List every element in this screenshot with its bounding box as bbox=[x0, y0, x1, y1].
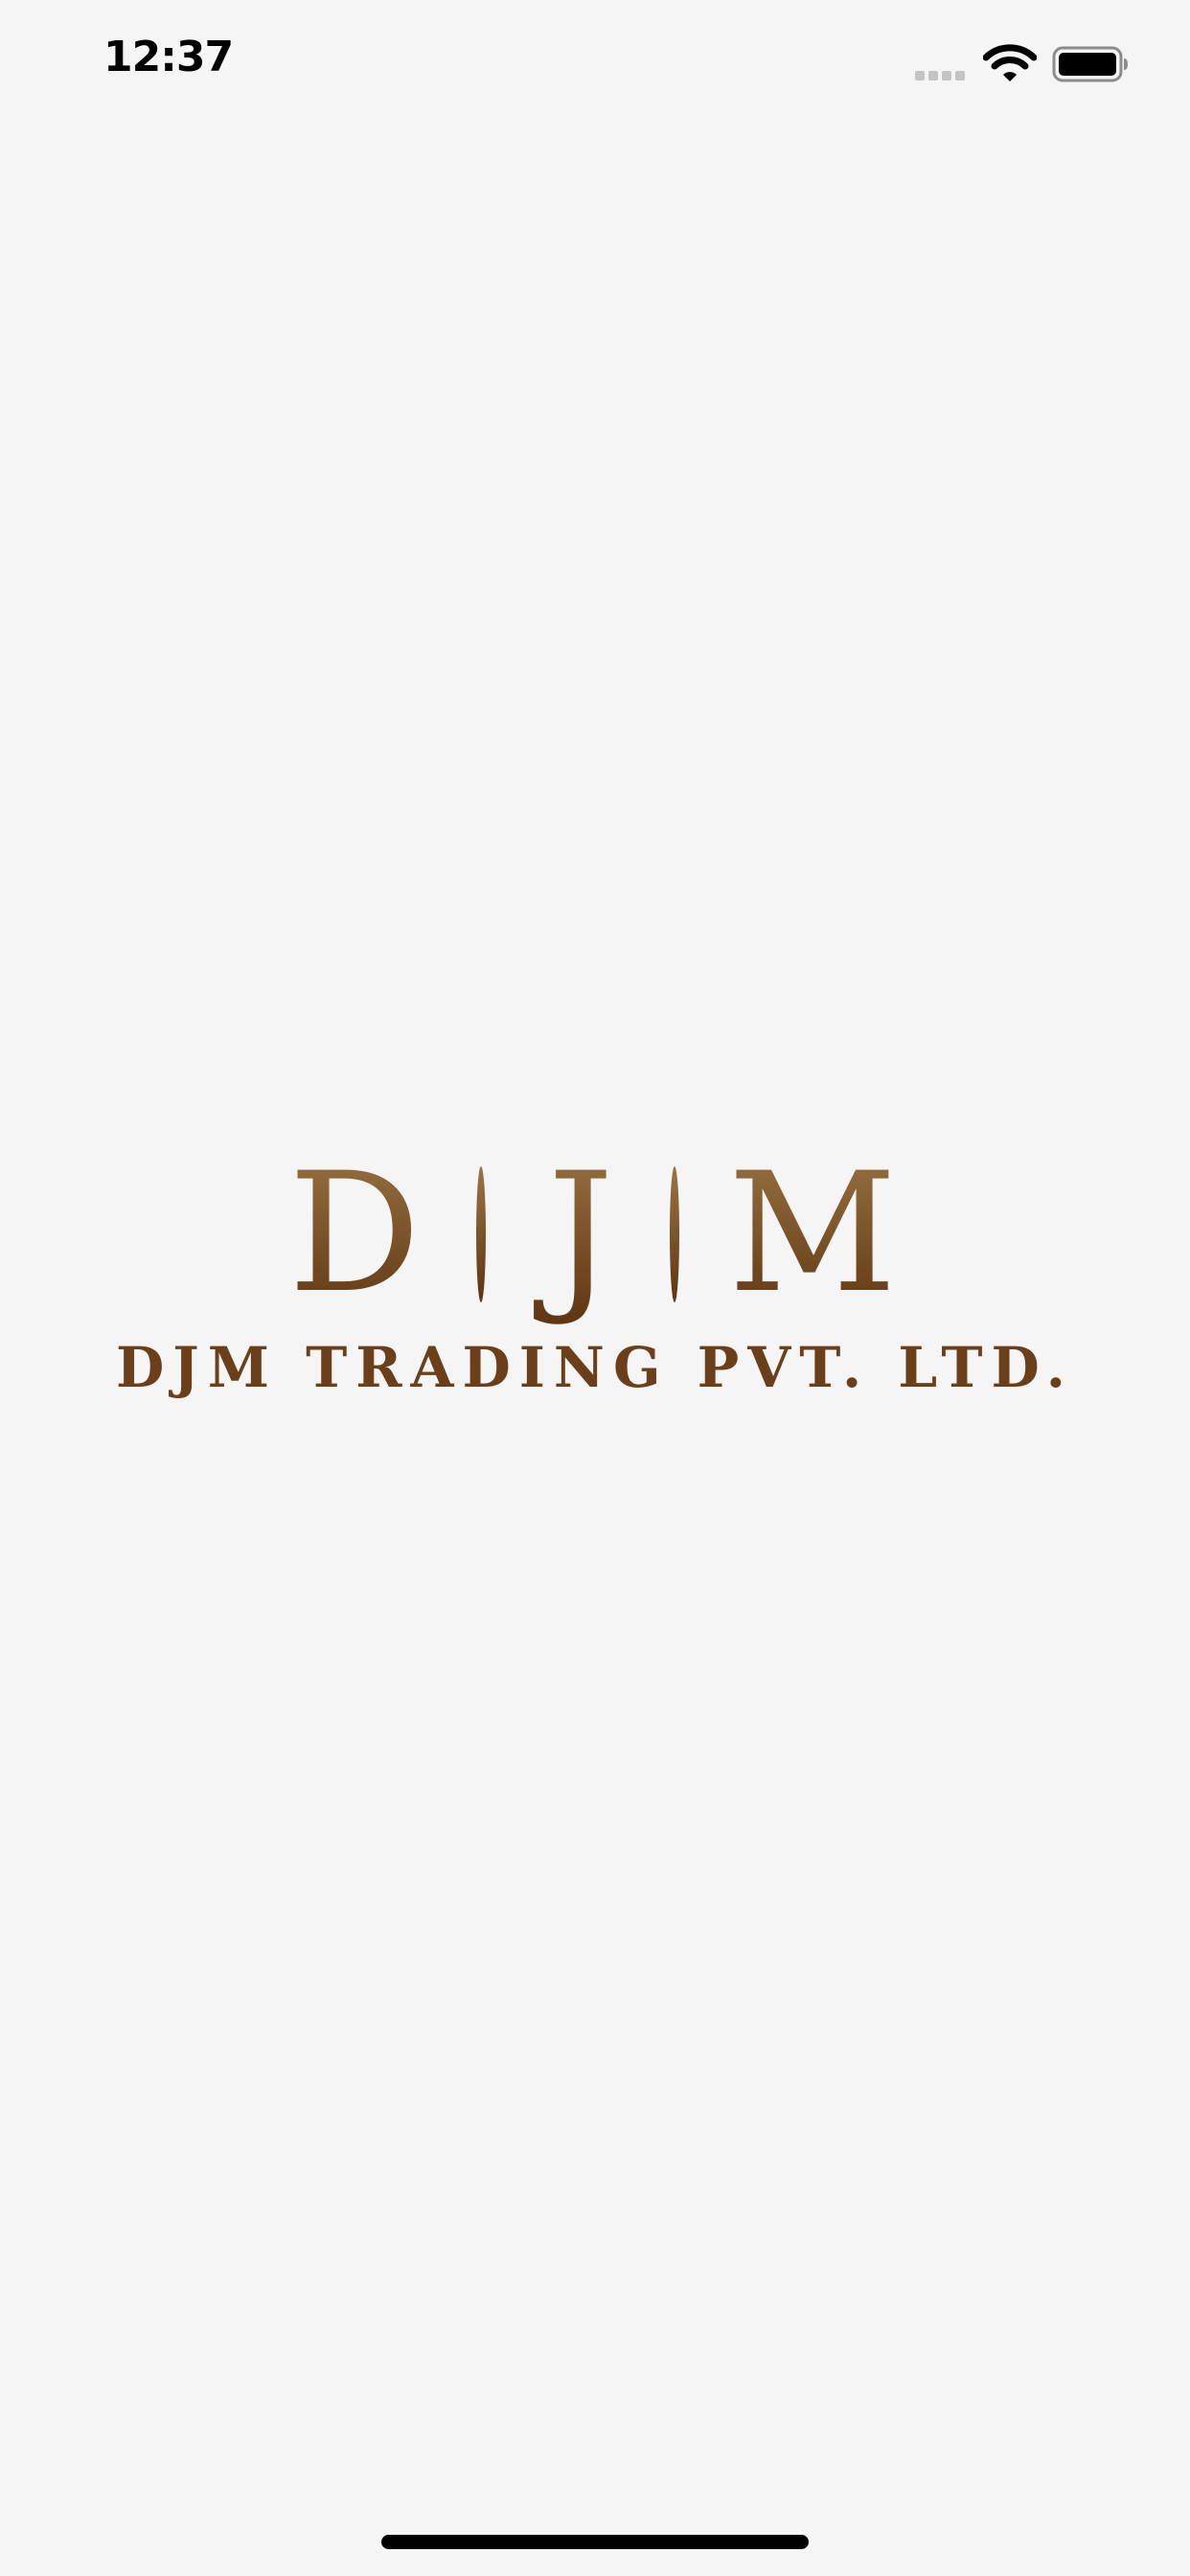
signal-bar bbox=[942, 71, 951, 80]
cellular-signal-icon bbox=[915, 71, 965, 80]
signal-bar bbox=[955, 71, 965, 80]
logo-divider bbox=[670, 1166, 679, 1302]
status-time: 12:37 bbox=[103, 33, 234, 81]
home-indicator[interactable] bbox=[381, 2535, 809, 2549]
company-logo: D J M DJM TRADING PVT. LTD. bbox=[0, 1148, 1190, 1407]
battery-icon bbox=[1052, 46, 1128, 82]
logo-letter-d: D bbox=[288, 1148, 421, 1324]
logo-divider bbox=[476, 1166, 486, 1302]
company-name: DJM TRADING PVT. LTD. bbox=[116, 1335, 1074, 1400]
logo-letter-m: M bbox=[728, 1148, 897, 1324]
signal-bar bbox=[928, 71, 938, 80]
status-bar: 12:37 bbox=[0, 0, 1190, 126]
logo-mark: D J M bbox=[288, 1148, 897, 1324]
logo-letter-j: J bbox=[534, 1148, 614, 1324]
signal-bar bbox=[915, 71, 925, 80]
wifi-icon bbox=[983, 44, 1037, 81]
